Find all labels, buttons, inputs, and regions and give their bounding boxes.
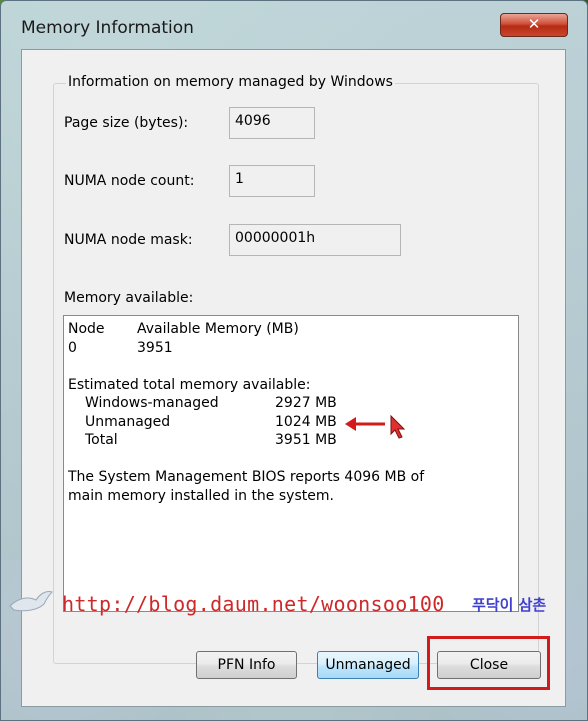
bios-report-line: The System Management BIOS reports 4096 … xyxy=(68,469,425,485)
row-value: 2927 MB xyxy=(275,395,337,411)
numa-count-label: NUMA node count: xyxy=(64,173,195,189)
memory-available-label: Memory available: xyxy=(64,290,194,306)
numa-mask-label: NUMA node mask: xyxy=(64,232,193,248)
unmanaged-button[interactable]: Unmanaged xyxy=(317,651,419,679)
page-size-label: Page size (bytes): xyxy=(64,115,189,131)
bios-report-line: main memory installed in the system. xyxy=(68,488,334,504)
groupbox-label: Information on memory managed by Windows xyxy=(66,74,395,90)
close-button-highlight xyxy=(427,636,550,690)
numa-mask-field[interactable]: 00000001h xyxy=(229,224,401,256)
dove-icon xyxy=(9,591,53,612)
row-value: 3951 MB xyxy=(275,432,337,448)
header-available-memory: Available Memory (MB) xyxy=(137,321,299,337)
row-label: Windows-managed xyxy=(85,395,219,411)
row-label: Total xyxy=(85,432,118,448)
watermark-author: 푸닥이 삼촌 xyxy=(472,596,547,614)
numa-count-field[interactable]: 1 xyxy=(229,165,315,197)
watermark-url: http://blog.daum.net/woonsoo100 xyxy=(62,592,445,616)
left-arrow-annotation-icon xyxy=(345,417,385,431)
title-bar[interactable]: Memory Information ✕ xyxy=(1,1,587,49)
row-value: 1024 MB xyxy=(275,414,337,430)
window-title: Memory Information xyxy=(21,18,194,38)
row-label: Unmanaged xyxy=(85,414,171,430)
node-available-value: 3951 xyxy=(137,340,173,356)
estimated-title: Estimated total memory available: xyxy=(68,377,311,393)
close-icon: ✕ xyxy=(527,15,541,33)
header-node: Node xyxy=(68,321,105,337)
pfn-info-button[interactable]: PFN Info xyxy=(196,651,297,679)
blog-watermark: http://blog.daum.net/woonsoo100 푸닥이 삼촌 xyxy=(0,586,588,622)
mouse-cursor-icon xyxy=(390,415,406,439)
title-close-button[interactable]: ✕ xyxy=(500,13,568,37)
page-size-field[interactable]: 4096 xyxy=(229,107,315,139)
memory-details-textbox[interactable]: Node Available Memory (MB) 0 3951 Estima… xyxy=(63,315,519,612)
node-id: 0 xyxy=(68,340,77,356)
